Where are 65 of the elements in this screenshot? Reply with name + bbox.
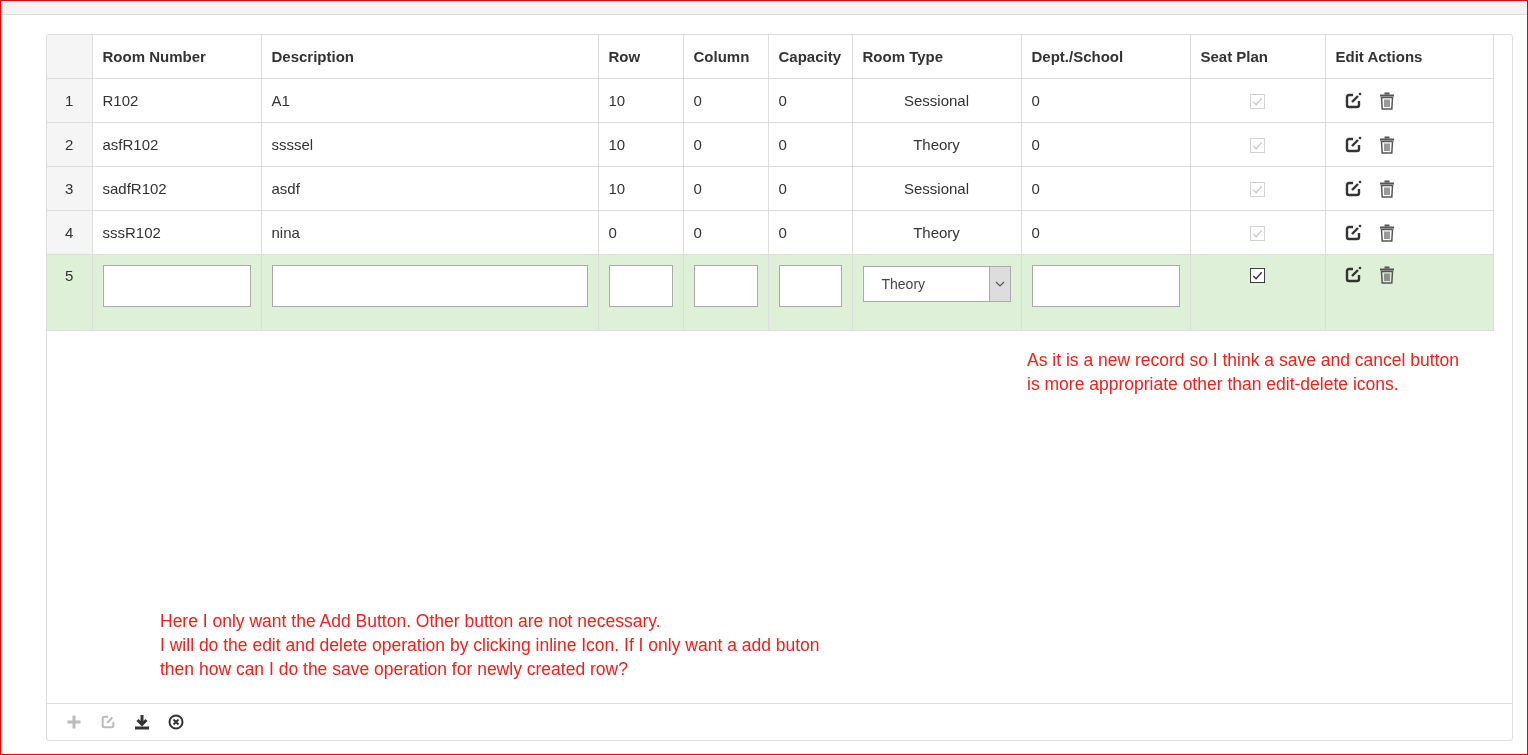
column-header[interactable]: Capacity (768, 35, 852, 79)
column-header[interactable]: Row (598, 35, 683, 79)
cancel-icon[interactable] (168, 714, 184, 730)
input-field[interactable] (778, 265, 842, 307)
row-number: 3 (47, 166, 92, 211)
table-cell: 0 (1021, 210, 1190, 255)
table-cell: Theory (852, 210, 1021, 255)
edit-icon[interactable] (1343, 180, 1362, 198)
table-cell: asfR102 (92, 122, 261, 167)
column-header[interactable]: Description (261, 35, 598, 79)
row-number: 4 (47, 210, 92, 255)
table-cell: 0 (768, 122, 852, 167)
edit-icon[interactable] (1343, 136, 1362, 154)
table-cell: 10 (598, 78, 683, 123)
table-cell: 0 (1021, 122, 1190, 167)
edit-icon[interactable] (1343, 92, 1362, 110)
table-cell: 0 (768, 210, 852, 255)
table-cell: 0 (598, 210, 683, 255)
edit-icon[interactable] (1343, 266, 1362, 285)
table-cell: sssR102 (92, 210, 261, 255)
column-header[interactable]: Room Number (92, 35, 261, 79)
download-icon[interactable] (134, 714, 150, 730)
table-cell: ssssel (261, 122, 598, 167)
table-cell: Sessional (852, 78, 1021, 123)
row-number: 2 (47, 122, 92, 167)
trash-icon[interactable] (1377, 136, 1396, 154)
table-cell: nina (261, 210, 598, 255)
column-header[interactable]: Dept./School (1021, 35, 1190, 79)
row-number: 1 (47, 78, 92, 123)
table-cell: Theory (852, 122, 1021, 167)
column-header[interactable]: Column (683, 35, 768, 79)
column-header[interactable]: Room Type (852, 35, 1021, 79)
annotation-text: Here I only want the Add Button. Other button are not necessary. I will do the edit and delete operation by clicking inline Icon. If I only want a add buton then how can I do the save operation for newly created row? (160, 610, 820, 681)
table-cell: 0 (683, 78, 768, 123)
room-type-dropdown[interactable]: Theory (862, 266, 1011, 302)
input-field[interactable] (271, 265, 588, 307)
row-number: 5 (47, 254, 92, 331)
input-field[interactable] (102, 265, 251, 307)
input-field[interactable] (1031, 265, 1180, 307)
table-cell: 0 (768, 166, 852, 211)
table-cell: 0 (683, 122, 768, 167)
trash-icon[interactable] (1377, 92, 1396, 110)
table-cell: 10 (598, 122, 683, 167)
table-cell: 0 (1021, 78, 1190, 123)
trash-icon[interactable] (1377, 224, 1396, 242)
table-cell: A1 (261, 78, 598, 123)
column-header[interactable]: Edit Actions (1325, 35, 1493, 79)
table-cell: 0 (683, 210, 768, 255)
table-cell: 0 (1021, 166, 1190, 211)
trash-icon[interactable] (1377, 266, 1396, 285)
table-cell: 0 (768, 78, 852, 123)
annotation-text: As it is a new record so I think a save and cancel button is more appropriate other than edit-delete icons. (1027, 349, 1459, 396)
table-cell: sadfR102 (92, 166, 261, 211)
input-field[interactable] (608, 265, 673, 307)
table-cell: Sessional (852, 166, 1021, 211)
input-field[interactable] (693, 265, 758, 307)
table-cell: 10 (598, 166, 683, 211)
edit-icon[interactable] (1343, 224, 1362, 242)
chevron-down-icon (994, 281, 1005, 287)
table-cell: R102 (92, 78, 261, 123)
table-cell: asdf (261, 166, 598, 211)
table-cell: 0 (683, 166, 768, 211)
trash-icon[interactable] (1377, 180, 1396, 198)
column-header[interactable]: Seat Plan (1190, 35, 1325, 79)
checkbox[interactable] (1250, 267, 1265, 283)
